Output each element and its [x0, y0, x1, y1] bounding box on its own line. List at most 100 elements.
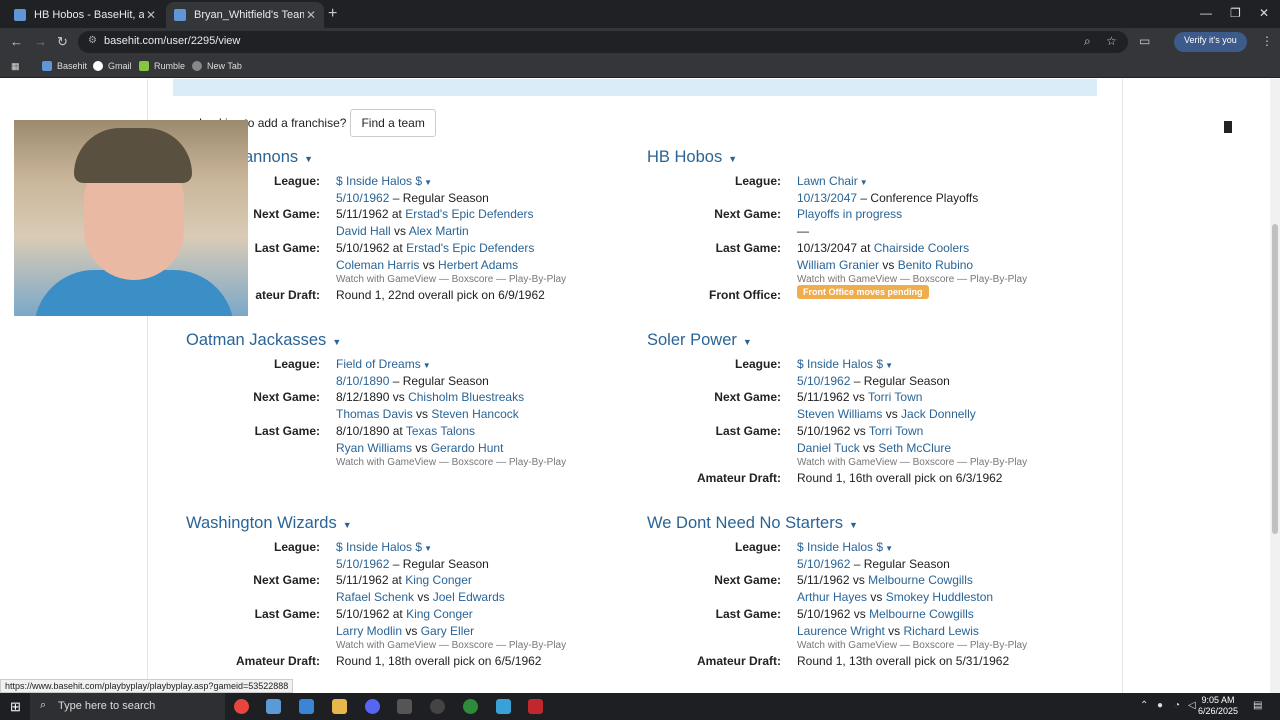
caret-down-icon[interactable]: ▼	[885, 544, 893, 553]
bookmark-rumble[interactable]: Rumble	[139, 61, 185, 71]
close-icon[interactable]: ✕	[146, 8, 156, 22]
boxscore-link[interactable]: Boxscore	[913, 457, 955, 468]
pitcher-link[interactable]: Herbert Adams	[438, 258, 518, 272]
league-link[interactable]: $ Inside Halos $	[336, 540, 422, 554]
caret-down-icon[interactable]: ▼	[304, 154, 313, 164]
gameview-link[interactable]: Watch with GameView	[336, 274, 436, 285]
notification-icon[interactable]: ▤	[1253, 700, 1262, 711]
pitcher-link[interactable]: Laurence Wright	[797, 624, 885, 638]
season-date-link[interactable]: 5/10/1962	[336, 191, 389, 205]
league-value[interactable]: $ Inside Halos $ ▼	[797, 357, 893, 371]
play-by-play-link[interactable]: Play-By-Play	[509, 457, 566, 468]
caret-down-icon[interactable]: ▼	[849, 520, 858, 530]
team-name[interactable]: Washington Wizards ▼	[186, 514, 352, 533]
league-link[interactable]: Field of Dreams	[336, 357, 421, 371]
minimize-icon[interactable]: —	[1200, 6, 1212, 20]
pitcher-link[interactable]: Thomas Davis	[336, 407, 413, 421]
gameview-link[interactable]: Watch with GameView	[797, 274, 897, 285]
team-name[interactable]: We Dont Need No Starters ▼	[647, 514, 858, 533]
pitcher-link[interactable]: Richard Lewis	[904, 624, 979, 638]
store-icon[interactable]	[299, 699, 314, 714]
team-name[interactable]: annons ▼	[244, 148, 313, 167]
boxscore-link[interactable]: Boxscore	[913, 640, 955, 651]
play-by-play-link[interactable]: Play-By-Play	[509, 640, 566, 651]
pitcher-link[interactable]: Alex Martin	[409, 224, 469, 238]
play-by-play-link[interactable]: Play-By-Play	[970, 640, 1027, 651]
gameview-link[interactable]: Watch with GameView	[336, 640, 436, 651]
opponent-link[interactable]: Erstad's Epic Defenders	[406, 241, 534, 255]
apps-icon[interactable]: ▦	[11, 61, 20, 72]
pitcher-link[interactable]: Larry Modlin	[336, 624, 402, 638]
team-name[interactable]: HB Hobos ▼	[647, 148, 737, 167]
reload-icon[interactable]: ↻	[57, 34, 68, 50]
pitcher-link[interactable]: Steven Williams	[797, 407, 882, 421]
pitcher-link[interactable]: Rafael Schenk	[336, 590, 414, 604]
opponent-link[interactable]: Torri Town	[869, 424, 923, 438]
tray-chevron-icon[interactable]: ⌃	[1140, 700, 1148, 711]
scrollbar[interactable]	[1270, 79, 1280, 693]
caret-down-icon[interactable]: ▼	[424, 178, 432, 187]
opponent-link[interactable]: Melbourne Cowgills	[869, 607, 974, 621]
opponent-link[interactable]: Chairside Coolers	[874, 241, 969, 255]
pitcher-link[interactable]: Daniel Tuck	[797, 441, 860, 455]
boxscore-link[interactable]: Boxscore	[452, 640, 494, 651]
caret-down-icon[interactable]: ▼	[332, 337, 341, 347]
team-name[interactable]: Soler Power ▼	[647, 331, 752, 350]
league-value[interactable]: $ Inside Halos $ ▼	[336, 540, 432, 554]
obs-icon[interactable]	[430, 699, 445, 714]
playoffs-link[interactable]: Playoffs in progress	[797, 207, 902, 221]
chrome-icon[interactable]	[234, 699, 249, 714]
opponent-link[interactable]: Torri Town	[868, 390, 922, 404]
boxscore-link[interactable]: Boxscore	[913, 274, 955, 285]
close-icon[interactable]: ✕	[306, 8, 316, 22]
scrollbar-thumb[interactable]	[1272, 224, 1278, 534]
file-explorer-icon[interactable]	[332, 699, 347, 714]
opponent-link[interactable]: Melbourne Cowgills	[868, 573, 973, 587]
taskbar-search[interactable]: ⌕ Type here to search	[30, 693, 225, 720]
bookmark-new-tab[interactable]: New Tab	[192, 61, 242, 71]
tab-hb-hobos[interactable]: HB Hobos - BaseHit, a free sim ✕	[6, 2, 164, 28]
front-office-badge[interactable]: Front Office moves pending	[797, 285, 929, 299]
gameview-link[interactable]: Watch with GameView	[336, 457, 436, 468]
restore-icon[interactable]: ❐	[1230, 6, 1241, 20]
bookmark-basehit[interactable]: Basehit	[42, 61, 87, 71]
season-date-link[interactable]: 10/13/2047	[797, 191, 857, 205]
app-icon[interactable]	[463, 699, 478, 714]
forward-icon[interactable]: →	[34, 34, 47, 49]
pitcher-link[interactable]: Benito Rubino	[898, 258, 973, 272]
caret-down-icon[interactable]: ▼	[860, 178, 868, 187]
pitcher-link[interactable]: Ryan Williams	[336, 441, 412, 455]
caret-down-icon[interactable]: ▼	[424, 544, 432, 553]
league-value[interactable]: Lawn Chair ▼	[797, 174, 868, 188]
opponent-link[interactable]: Erstad's Epic Defenders	[405, 207, 533, 221]
caret-down-icon[interactable]: ▼	[743, 337, 752, 347]
league-link[interactable]: Lawn Chair	[797, 174, 858, 188]
caret-down-icon[interactable]: ▼	[728, 154, 737, 164]
league-value[interactable]: $ Inside Halos $ ▼	[797, 540, 893, 554]
pitcher-link[interactable]: William Granier	[797, 258, 879, 272]
caret-down-icon[interactable]: ▼	[423, 361, 431, 370]
url-bar[interactable]: ⚙ basehit.com/user/2295/view	[78, 31, 1128, 53]
menu-icon[interactable]: ⋮	[1261, 34, 1273, 48]
opponent-link[interactable]: King Conger	[406, 607, 473, 621]
gameview-link[interactable]: Watch with GameView	[797, 640, 897, 651]
team-name[interactable]: Oatman Jackasses ▼	[186, 331, 341, 350]
season-date-link[interactable]: 5/10/1962	[797, 374, 850, 388]
play-by-play-link[interactable]: Play-By-Play	[970, 457, 1027, 468]
pitcher-link[interactable]: Gary Eller	[421, 624, 474, 638]
pitcher-link[interactable]: Gerardo Hunt	[431, 441, 504, 455]
cast-icon[interactable]: ▭	[1139, 34, 1150, 48]
play-by-play-link[interactable]: Play-By-Play	[970, 274, 1027, 285]
season-date-link[interactable]: 8/10/1890	[336, 374, 389, 388]
season-date-link[interactable]: 5/10/1962	[797, 557, 850, 571]
verify-button[interactable]: Verify it's you	[1174, 32, 1247, 52]
new-tab-icon[interactable]: +	[328, 5, 337, 23]
app-icon[interactable]	[528, 699, 543, 714]
find-team-button[interactable]: Find a team	[350, 109, 436, 137]
league-value[interactable]: $ Inside Halos $ ▼	[336, 174, 432, 188]
window-close-icon[interactable]: ✕	[1259, 6, 1269, 20]
pitcher-link[interactable]: Joel Edwards	[433, 590, 505, 604]
boxscore-link[interactable]: Boxscore	[452, 274, 494, 285]
copilot-icon[interactable]	[266, 699, 281, 714]
windows-start-icon[interactable]: ⊞	[10, 699, 21, 715]
